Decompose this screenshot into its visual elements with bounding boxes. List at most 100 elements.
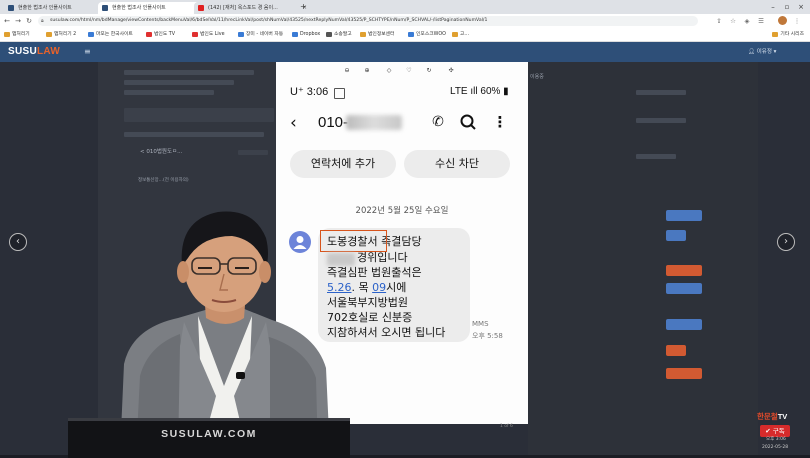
maximize-icon[interactable]: ▫ <box>780 0 794 14</box>
back-arrow-icon[interactable]: ‹ <box>290 113 297 133</box>
message-line: 경위입니다 <box>357 251 408 264</box>
bookmark-item[interactable]: 소송팔고 <box>326 28 352 41</box>
zoom-out-icon[interactable]: ⊖ <box>342 66 352 76</box>
youtube-icon <box>192 32 198 37</box>
placeholder-line <box>636 118 686 123</box>
bookmark-item[interactable]: 인포스크WOO <box>408 28 446 41</box>
channel-logo: 한문철TV <box>757 412 788 421</box>
taskbar-date: 2022-05-28 <box>762 445 789 450</box>
action-button[interactable] <box>666 368 702 379</box>
message-time: 오후 5:58 <box>472 332 503 340</box>
folder-icon <box>360 32 366 37</box>
check-icon: ✔ <box>765 427 773 435</box>
action-button[interactable] <box>666 210 702 221</box>
user-menu[interactable]: 👤︎ 이유정 ▾ <box>748 46 776 58</box>
call-icon[interactable]: ✆ <box>428 112 448 132</box>
bookmark-favicon-icon <box>408 32 414 37</box>
publisher-blurb: 정보통신망...(전 이용자의) <box>138 178 189 183</box>
site-header <box>0 42 810 62</box>
add-contact-button[interactable]: 연락처에 추가 <box>290 150 396 178</box>
share-icon[interactable]: ⇪ <box>714 15 724 27</box>
browser-tab[interactable]: 현출한 법조사 인플사이트 × <box>4 2 110 14</box>
subscribe-button[interactable]: ✔ 구독 <box>760 425 790 437</box>
block-number-button[interactable]: 수신 차단 <box>404 150 510 178</box>
date-link[interactable]: 5.26 <box>327 281 352 294</box>
breadcrumb[interactable]: < 010법원도ㅁ... <box>140 148 182 156</box>
menu-kebab-icon[interactable]: ⋮ <box>792 15 802 27</box>
bookmark-item[interactable]: 장미 - 네이버 자동 <box>238 28 283 41</box>
new-tab-icon[interactable]: + <box>300 2 310 12</box>
bookmark-item[interactable]: 고... <box>452 28 469 41</box>
placeholder-line <box>124 90 214 95</box>
extension-icon[interactable]: ◈ <box>742 15 752 27</box>
reload-icon[interactable]: ↻ <box>24 14 34 28</box>
bookmark-item[interactable]: 법인도 Live <box>192 28 225 41</box>
redacted-number <box>346 115 402 130</box>
search-icon[interactable] <box>458 112 478 132</box>
tab-title: 현출한 법조사 인플사이트 <box>112 5 166 11</box>
star-icon[interactable]: ☆ <box>728 15 738 27</box>
placeholder-line <box>124 132 264 137</box>
other-bookmarks[interactable]: 기타 시리즈 <box>772 28 804 41</box>
message-line: 지참하셔서 오시면 됩니다 <box>327 326 446 339</box>
fullscreen-icon[interactable]: ✣ <box>446 66 456 76</box>
site-favicon-icon <box>8 5 14 11</box>
action-button[interactable] <box>666 345 686 356</box>
placeholder-line <box>124 70 254 75</box>
bookmark-item[interactable]: 마포는 한국사이트 <box>88 28 133 41</box>
page-indicator: 1 of 6 <box>500 424 513 429</box>
action-button[interactable] <box>666 319 702 330</box>
placeholder-block <box>124 108 274 122</box>
message-type: MMS <box>472 320 489 328</box>
placeholder-line <box>636 154 676 159</box>
site-logo[interactable]: SUSULAW <box>8 46 60 58</box>
message-line: 즉결심판 법원출석은 <box>327 266 422 279</box>
youtube-icon <box>146 32 152 37</box>
folder-icon <box>4 32 10 37</box>
action-button[interactable] <box>666 283 702 294</box>
tab-title: 현출한 법조사 인플사이트 <box>18 5 72 11</box>
bookmark-item[interactable]: 앱처리기 2 <box>46 28 76 41</box>
bookmark-item[interactable]: 법인도 TV <box>146 28 175 41</box>
message-line: 서울북부지방법원 <box>327 296 408 309</box>
previous-arrow-icon[interactable]: ‹ <box>9 233 27 251</box>
hamburger-menu-icon[interactable]: ≡ <box>84 46 94 58</box>
profile-avatar[interactable] <box>778 16 787 25</box>
image-notification-icon <box>334 88 345 99</box>
podium-logo-text: SUSULAW.COM <box>161 428 257 440</box>
minimize-icon[interactable]: – <box>766 0 780 14</box>
close-window-icon[interactable]: × <box>794 0 808 14</box>
back-icon[interactable]: ← <box>2 14 12 28</box>
presenter-figure <box>120 196 330 455</box>
highlight-box <box>320 230 387 252</box>
more-options-icon[interactable]: ⋮ <box>490 112 510 132</box>
browser-tab[interactable]: (142) [재처] 옥스포드 경 음이... × <box>194 2 310 14</box>
bookmark-favicon-icon <box>88 32 94 37</box>
forward-icon[interactable]: → <box>13 14 23 28</box>
bookmark-favicon-icon <box>326 32 332 37</box>
rotate-icon[interactable]: ◇ <box>384 66 394 76</box>
time-link[interactable]: 09 <box>372 281 386 294</box>
browser-tab-active[interactable]: 현출한 법조사 인플사이트 × <box>98 2 206 14</box>
reading-list-icon[interactable]: ☰ <box>756 15 766 27</box>
folder-icon <box>46 32 52 37</box>
tab-strip: 현출한 법조사 인플사이트 × 현출한 법조사 인플사이트 × (142) [재… <box>0 0 810 14</box>
next-arrow-icon[interactable]: › <box>777 233 795 251</box>
zoom-in-icon[interactable]: ⊕ <box>362 66 372 76</box>
bookmark-item[interactable]: 법인정보센터 <box>360 28 394 41</box>
action-button[interactable] <box>666 230 686 241</box>
bookmarks-bar: 앱처리기 앱처리기 2 마포는 한국사이트 법인도 TV 법인도 Live 장미… <box>0 28 810 42</box>
side-tab[interactable]: 이용중 <box>530 73 544 80</box>
bookmark-item[interactable]: Dropbox <box>292 28 320 41</box>
folder-icon <box>452 32 458 37</box>
dropbox-icon <box>292 32 298 37</box>
bookmark-item[interactable]: 앱처리기 <box>4 28 30 41</box>
bookmark-favicon-icon <box>238 32 244 37</box>
placeholder-line <box>636 90 686 95</box>
action-button[interactable] <box>666 265 702 276</box>
folder-icon <box>772 32 779 37</box>
status-battery: LTE ıll 60% ▮ <box>450 86 509 97</box>
refresh-icon[interactable]: ↻ <box>424 66 434 76</box>
heart-icon[interactable]: ♡ <box>404 66 414 76</box>
user-icon: 👤︎ <box>748 49 757 55</box>
